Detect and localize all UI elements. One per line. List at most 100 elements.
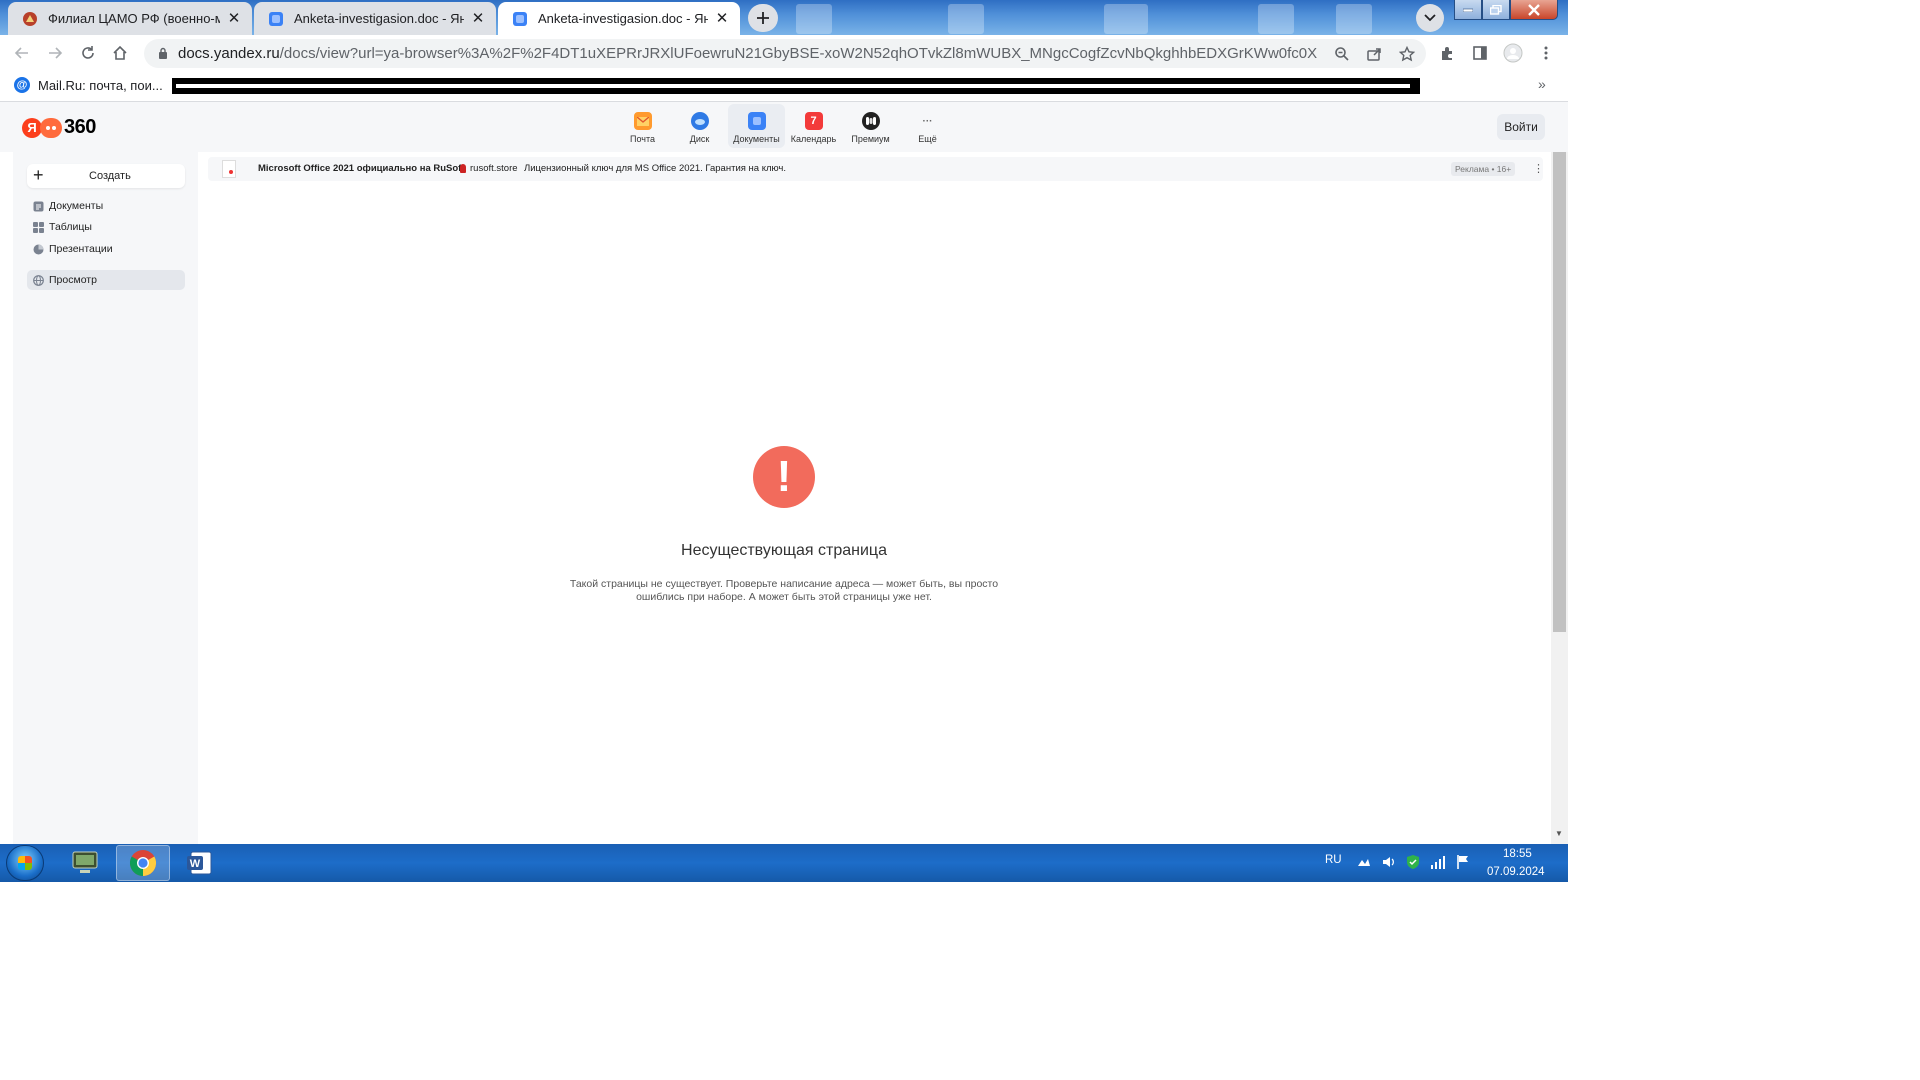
tab-title: Филиал ЦАМО РФ (военно-мед: [48, 11, 220, 26]
new-tab-button[interactable]: [748, 4, 778, 32]
document-icon: [33, 201, 44, 212]
scrollbar-thumb[interactable]: [1553, 152, 1566, 632]
reload-icon: [82, 46, 94, 59]
signal-bars-icon[interactable]: [1430, 854, 1446, 870]
rusoft-logo-icon: [460, 164, 466, 173]
sidebar-item-tables[interactable]: Таблицы: [27, 217, 185, 237]
at-sign-icon: @: [14, 77, 30, 93]
vertical-scrollbar[interactable]: ▼: [1551, 152, 1568, 844]
browser-tab[interactable]: Anketa-investigasion.doc - Янде ✕: [254, 2, 496, 35]
start-button[interactable]: [6, 845, 44, 881]
network-wifi-icon[interactable]: [1356, 854, 1372, 870]
login-button[interactable]: Войти: [1497, 114, 1545, 140]
tab-close-icon[interactable]: ✕: [226, 10, 242, 27]
scroll-down-arrow-icon[interactable]: ▼: [1555, 829, 1563, 838]
ad-title[interactable]: Microsoft Office 2021 официально на RuSo…: [258, 163, 465, 174]
restore-icon: [1490, 4, 1502, 15]
plus-icon: +: [33, 165, 44, 185]
documents-icon: [747, 112, 766, 130]
menu-kebab-icon[interactable]: [1536, 43, 1556, 63]
window-close-button[interactable]: [1510, 0, 1558, 20]
window-minimize-button[interactable]: [1454, 0, 1482, 20]
word-icon: W: [187, 851, 212, 875]
side-panel-icon[interactable]: [1470, 43, 1490, 63]
clock-date[interactable]: 07.09.2024: [1487, 866, 1545, 878]
mail-icon: [633, 112, 652, 130]
clock-time[interactable]: 18:55: [1503, 848, 1532, 860]
star-icon[interactable]: [1397, 44, 1417, 64]
window-restore-button[interactable]: [1482, 0, 1510, 20]
y360-logo[interactable]: Я 360: [22, 116, 96, 139]
service-calendar[interactable]: 7 Календарь: [785, 104, 842, 148]
browser-tab-active[interactable]: Anketa-investigasion.doc - Янде ✕: [498, 2, 740, 35]
url-text: docs.yandex.ru/docs/view?url=ya-browser%…: [178, 45, 1318, 62]
bookmark-mailru[interactable]: @ Mail.Ru: почта, пои...: [14, 77, 163, 93]
browser-tab-strip: Филиал ЦАМО РФ (военно-мед ✕ Anketa-inve…: [0, 0, 1568, 35]
ad-age-label: Реклама • 16+: [1451, 162, 1516, 176]
profile-avatar-icon[interactable]: [1503, 43, 1523, 63]
sidebar-item-presentations[interactable]: Презентации: [27, 239, 185, 259]
volume-icon[interactable]: [1381, 854, 1397, 870]
yandex-logo-icon: Я: [22, 117, 42, 138]
sidebar-item-documents[interactable]: Документы: [27, 196, 185, 216]
service-premium[interactable]: Премиум: [842, 104, 899, 148]
chrome-icon: [129, 850, 157, 877]
home-button[interactable]: [108, 41, 132, 65]
calendar-icon: 7: [804, 112, 823, 130]
service-more[interactable]: ··· Ещё: [899, 104, 956, 148]
chevron-down-icon: [1424, 14, 1436, 22]
home-icon: [113, 45, 127, 60]
taskbar-app-explorer[interactable]: [58, 845, 112, 881]
extensions-icon[interactable]: [1437, 43, 1457, 63]
language-indicator[interactable]: RU: [1325, 854, 1342, 866]
forward-button[interactable]: [43, 41, 67, 65]
ad-description: Лицензионный ключ для MS Office 2021. Га…: [524, 163, 787, 174]
more-dots-icon: ···: [922, 115, 933, 127]
y360-logo-number: 360: [64, 116, 96, 138]
globe-icon: [33, 274, 44, 286]
error-description: Такой страницы не существует. Проверьте …: [569, 578, 999, 603]
close-icon: [1528, 3, 1540, 16]
antivirus-shield-icon[interactable]: [1405, 854, 1421, 870]
reload-button[interactable]: [76, 41, 100, 65]
desktop-icon: [1258, 4, 1294, 34]
main-content: Microsoft Office 2021 официально на RuSo…: [198, 152, 1551, 844]
service-documents[interactable]: Документы: [728, 104, 785, 148]
sidebar: + Создать Документы Таблицы Презентации …: [13, 152, 198, 844]
ad-domain[interactable]: rusoft.store: [460, 163, 518, 174]
tab-title: Anketa-investigasion.doc - Янде: [538, 11, 708, 26]
error-title: Несуществующая страница: [681, 542, 887, 559]
address-bar[interactable]: docs.yandex.ru/docs/view?url=ya-browser%…: [144, 39, 1426, 68]
ad-banner[interactable]: Microsoft Office 2021 официально на RuSo…: [208, 157, 1544, 181]
y360-cloud-icon: [40, 117, 62, 138]
pie-chart-icon: [33, 244, 44, 255]
browser-tab[interactable]: Филиал ЦАМО РФ (военно-мед ✕: [8, 2, 252, 35]
error-exclamation-icon: !: [753, 446, 815, 508]
ad-menu-kebab-icon[interactable]: ⋮: [1533, 162, 1544, 175]
create-button[interactable]: + Создать: [27, 164, 185, 188]
service-mail[interactable]: Почта: [614, 104, 671, 148]
taskbar-app-word[interactable]: W: [172, 845, 226, 881]
yandex-docs-favicon-icon: [268, 11, 284, 27]
premium-icon: [861, 112, 880, 130]
action-center-flag-icon[interactable]: [1455, 854, 1471, 870]
plus-icon: [757, 12, 769, 24]
browser-toolbar: docs.yandex.ru/docs/view?url=ya-browser%…: [0, 35, 1568, 71]
bookmarks-overflow-button[interactable]: »: [1538, 76, 1546, 92]
archive-favicon-icon: [22, 11, 38, 27]
y360-header: Я 360 Почта Диск Документы 7 Календарь П…: [0, 102, 1568, 152]
taskbar-app-chrome[interactable]: [116, 845, 170, 881]
tab-search-button[interactable]: [1416, 4, 1444, 32]
table-grid-icon: [33, 221, 44, 233]
yandex-docs-favicon-icon: [512, 11, 528, 27]
zoom-icon[interactable]: [1332, 44, 1352, 64]
tab-close-icon[interactable]: ✕: [714, 10, 730, 27]
svg-text:W: W: [190, 858, 201, 870]
service-disk[interactable]: Диск: [671, 104, 728, 148]
share-icon[interactable]: [1364, 44, 1384, 64]
sidebar-item-preview[interactable]: Просмотр: [27, 270, 185, 290]
back-button[interactable]: [10, 41, 34, 65]
tab-title: Anketa-investigasion.doc - Янде: [294, 11, 464, 26]
bookmark-label: Mail.Ru: почта, пои...: [38, 77, 163, 93]
tab-close-icon[interactable]: ✕: [470, 10, 486, 27]
